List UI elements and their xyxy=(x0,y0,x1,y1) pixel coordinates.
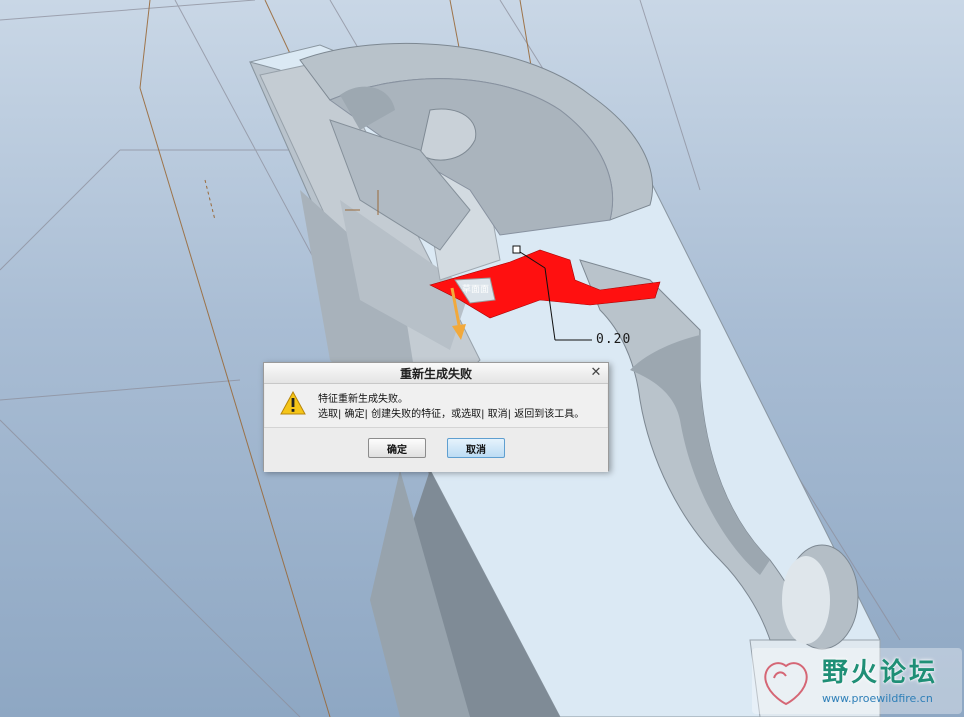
dialog-button-bar: 确定 取消 xyxy=(264,427,608,472)
regeneration-failed-dialog: 重新生成失败 ✕ 特征重新生成失败。 选取| 确定| 创建失败的特征，或选取| … xyxy=(263,362,609,472)
warning-icon xyxy=(280,391,306,415)
dialog-message-line1: 特征重新生成失败。 xyxy=(318,394,408,405)
close-icon[interactable]: ✕ xyxy=(588,365,604,381)
3d-viewport[interactable]: 0.20 草面面 xyxy=(0,0,964,717)
model-scene xyxy=(0,0,901,717)
dialog-message-line2: 选取| 确定| 创建失败的特征，或选取| 取消| 返回到该工具。 xyxy=(318,409,585,420)
ok-button[interactable]: 确定 xyxy=(368,438,426,458)
dimension-value[interactable]: 0.20 xyxy=(596,332,631,347)
cancel-button[interactable]: 取消 xyxy=(447,438,505,458)
watermark-url: www.proewildfire.cn xyxy=(822,692,933,705)
dialog-titlebar[interactable]: 重新生成失败 ✕ xyxy=(264,363,608,384)
dialog-title: 重新生成失败 xyxy=(399,367,472,381)
watermark-title: 野火论坛 xyxy=(822,658,939,688)
surface-tag: 草面面 xyxy=(462,285,490,295)
